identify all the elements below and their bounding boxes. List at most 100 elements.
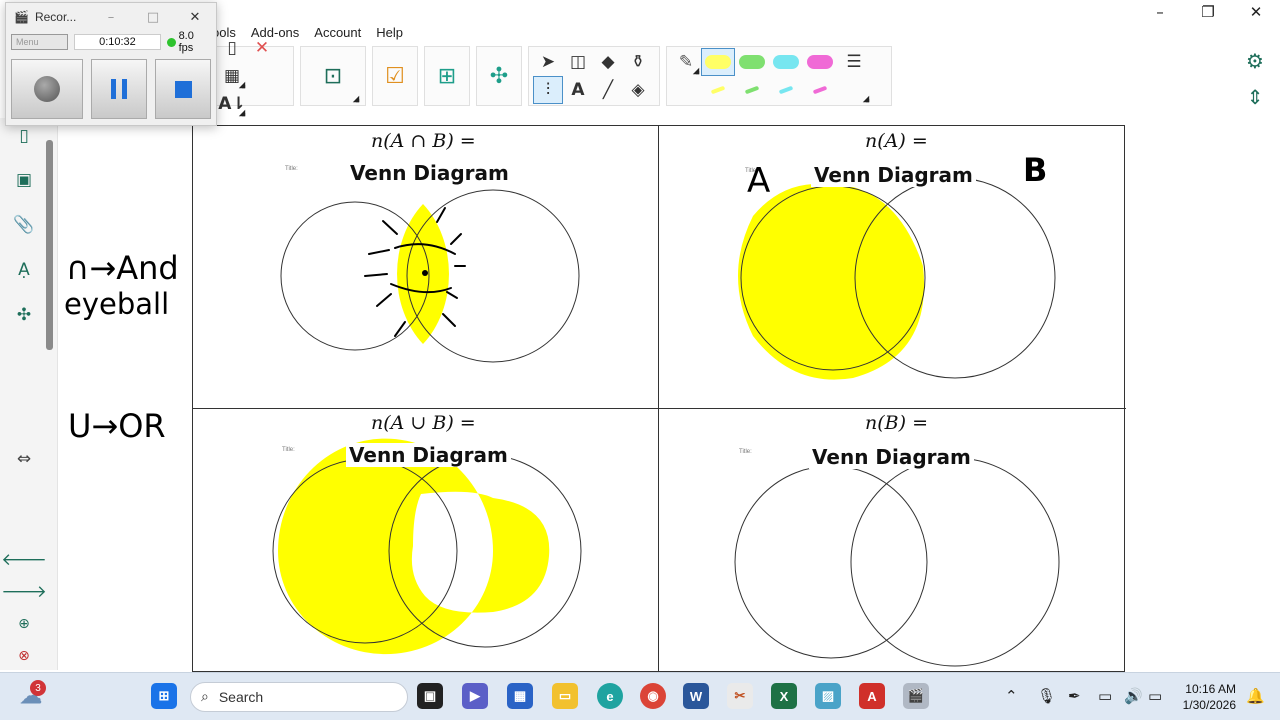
- restore-button[interactable]: ❐: [1184, 0, 1232, 24]
- gear-icon[interactable]: ⚙: [1242, 48, 1268, 74]
- thin-yellow-highlighter[interactable]: [701, 76, 735, 104]
- start-windows-icon[interactable]: ⊞: [151, 683, 177, 709]
- recorder-status-row: Menu 0:10:32 8.0 fps: [6, 30, 216, 54]
- arrow-left-icon[interactable]: 🡐: [1, 546, 47, 574]
- pen-selected-icon[interactable]: ⫶: [533, 76, 563, 104]
- recorder-maximize-button[interactable]: □: [132, 10, 174, 25]
- tiny-title-q3: Title:: [282, 447, 295, 453]
- text-format-icon[interactable]: A⇂: [217, 90, 247, 118]
- recorder-menu-label: Menu: [16, 37, 39, 47]
- record-button[interactable]: [11, 59, 83, 119]
- delete-icon[interactable]: ✕: [247, 34, 277, 62]
- highlighter-cyan[interactable]: [769, 48, 803, 76]
- word-icon[interactable]: W: [683, 683, 709, 709]
- note-set-a: A: [747, 161, 771, 201]
- thin-magenta-swatch: [812, 85, 828, 95]
- new-page-icon[interactable]: ▯: [217, 34, 247, 62]
- chrome-icon[interactable]: ◉: [640, 683, 666, 709]
- thin-cyan-highlighter[interactable]: [769, 76, 803, 104]
- recorder-minimize-button[interactable]: –: [90, 10, 132, 25]
- circle-b-q4: [850, 457, 1060, 667]
- ribbon-group-draw: ➤ ◫ ◆ ⚱ ⫶ A ╱ ◈: [528, 46, 660, 106]
- stop-button[interactable]: [155, 59, 211, 119]
- excel-icon[interactable]: X: [771, 683, 797, 709]
- store-icon[interactable]: ▦: [507, 683, 533, 709]
- venn-union-diagram: [272, 438, 582, 655]
- minimize-button[interactable]: –: [1136, 0, 1184, 24]
- thin-magenta-highlighter[interactable]: [803, 76, 837, 104]
- paperclip-icon[interactable]: 📎: [10, 211, 38, 239]
- expand-vertical-icon[interactable]: ⇕: [1242, 84, 1268, 110]
- notification-icon[interactable]: 🔔: [1246, 687, 1265, 705]
- teams-icon[interactable]: ▶: [462, 683, 488, 709]
- add-page-icon[interactable]: ⊕: [10, 610, 38, 638]
- text-style-icon[interactable]: Ạ: [10, 256, 38, 284]
- label-intersection: n(A ∩ B) =: [371, 130, 476, 152]
- network-icon[interactable]: ▭: [1098, 687, 1112, 705]
- recorder-taskbar-icon[interactable]: 🎬: [903, 683, 929, 709]
- thin-green-highlighter[interactable]: [735, 76, 769, 104]
- taskbar-search[interactable]: ⌕ Search: [190, 682, 408, 712]
- line-tool-icon[interactable]: ╱: [593, 76, 623, 104]
- search-label: Search: [218, 689, 264, 705]
- menu-help[interactable]: Help: [376, 25, 403, 40]
- right-tool-column: ⚙ ⇕: [1240, 48, 1270, 110]
- microphone-icon[interactable]: 🎙: [1037, 687, 1056, 705]
- highlighter-yellow[interactable]: [701, 48, 735, 76]
- shapes-icon[interactable]: ◫: [563, 48, 593, 76]
- file-explorer-icon[interactable]: ▭: [552, 683, 578, 709]
- close-button[interactable]: ✕: [1232, 0, 1280, 24]
- worksheet[interactable]: n(A ∩ B) = n(A) = n(A ∪ B) = n(B) = Venn…: [192, 125, 1126, 673]
- highlighter-pen-icon[interactable]: ✎: [671, 48, 701, 76]
- snipping-tool-icon[interactable]: ✂: [727, 683, 753, 709]
- search-icon: ⌕: [201, 689, 209, 705]
- clock[interactable]: 10:16 AM 1/30/2026: [1176, 681, 1236, 713]
- more-options-icon[interactable]: [837, 76, 871, 104]
- screen-capture-icon[interactable]: ⊡: [305, 48, 361, 104]
- remove-page-icon[interactable]: ⊗: [10, 642, 38, 670]
- image-icon[interactable]: ▣: [10, 166, 38, 194]
- task-view-icon[interactable]: ▣: [417, 683, 443, 709]
- paint-bucket-icon[interactable]: ⚱: [623, 48, 653, 76]
- venn-title-q3: Venn Diagram: [346, 443, 511, 467]
- fill-icon[interactable]: ◆: [593, 48, 623, 76]
- arrow-right-icon[interactable]: 🡒: [1, 578, 47, 606]
- highlighter-spacer: [671, 76, 701, 104]
- battery-icon[interactable]: ▭: [1148, 687, 1162, 705]
- recorder-menu-dropdown[interactable]: Menu: [11, 34, 69, 50]
- widget-icon[interactable]: ⊞: [429, 48, 465, 104]
- union-highlight: [277, 438, 550, 655]
- magenta-swatch: [807, 55, 833, 69]
- options-list-icon[interactable]: ☰: [837, 48, 871, 76]
- highlighter-magenta[interactable]: [803, 48, 837, 76]
- pause-button[interactable]: [91, 59, 147, 119]
- edge-icon[interactable]: e: [597, 683, 623, 709]
- puzzle-sidebar-icon[interactable]: ✣: [10, 301, 38, 329]
- page-icon[interactable]: ▯: [10, 122, 38, 150]
- highlighter-green[interactable]: [735, 48, 769, 76]
- venn-title-q1: Venn Diagram: [347, 161, 512, 185]
- clock-time: 10:16 AM: [1185, 682, 1236, 696]
- table-icon[interactable]: ▦: [217, 62, 247, 90]
- ribbon-group-insert: ▯ ✕ ▦ A⇂: [212, 38, 294, 117]
- acrobat-icon[interactable]: A: [859, 683, 885, 709]
- circle-a-q4: [734, 465, 928, 659]
- text-tool-icon[interactable]: A: [563, 76, 593, 104]
- checkbox-tool-icon[interactable]: ☑: [377, 48, 413, 104]
- menu-account[interactable]: Account: [314, 25, 361, 40]
- recorder-close-button[interactable]: ✕: [174, 10, 216, 25]
- set-a-highlight: [738, 183, 925, 380]
- venn-title-q4: Venn Diagram: [809, 445, 974, 469]
- recorder-titlebar[interactable]: 🎬 Recor... – □ ✕: [6, 3, 216, 31]
- whiteboard-app-icon[interactable]: ▨: [815, 683, 841, 709]
- volume-icon[interactable]: 🔊: [1124, 687, 1143, 705]
- chevron-up-icon[interactable]: ⌃: [1005, 687, 1018, 705]
- sidebar-scrollbar[interactable]: [46, 140, 53, 350]
- ribbon-toolbar: ▯ ✕ ▦ A⇂ ⊡ ☑ ⊞ ✣ ➤ ◫ ◆ ⚱ ⫶ A ╱ ◈ ✎ ☰: [212, 38, 892, 117]
- resize-horizontal-icon[interactable]: ⇔: [10, 445, 38, 473]
- select-arrow-icon[interactable]: ➤: [533, 48, 563, 76]
- pen-icon[interactable]: ✒: [1068, 687, 1081, 705]
- puzzle-icon[interactable]: ✣: [481, 48, 517, 104]
- eraser-icon[interactable]: ◈: [623, 76, 653, 104]
- screen-recorder-window[interactable]: 🎬 Recor... – □ ✕ Menu 0:10:32 8.0 fps: [5, 2, 217, 126]
